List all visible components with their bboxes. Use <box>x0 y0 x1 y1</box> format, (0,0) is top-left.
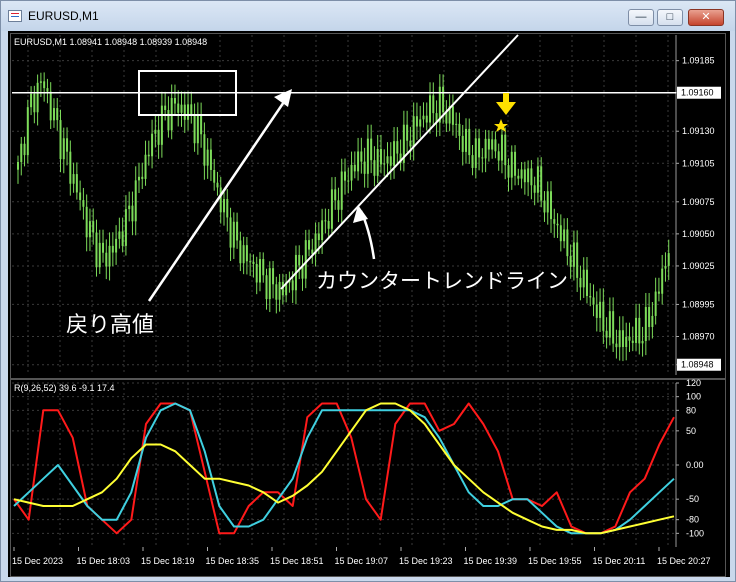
oscillator-info: R(9,26,52) 39.6 -9.1 17.4 <box>14 383 115 393</box>
counter-trendline-annotation: カウンタートレンドライン <box>316 270 568 293</box>
time-tick-label: 15 Dec 18:51 <box>270 556 324 566</box>
oscillator-chart[interactable]: 120 100 80 50 0.00 -50 -80 -100 15 Dec 2023 15 De… <box>8 31 730 577</box>
time-tick-label: 15 Dec 2023 <box>12 556 63 566</box>
time-tick-label: 15 Dec 19:07 <box>335 556 389 566</box>
time-tick-label: 15 Dec 19:39 <box>464 556 518 566</box>
time-tick-label: 15 Dec 18:19 <box>141 556 195 566</box>
close-button[interactable]: ✕ <box>688 9 724 26</box>
time-tick-label: 15 Dec 18:35 <box>206 556 260 566</box>
chart-client-area: 1.091851.091601.091301.091051.090751.090… <box>8 31 730 577</box>
mt-chart-window: EURUSD,M1 — □ ✕ 1.091851.091601.091301.0… <box>0 0 736 582</box>
time-tick-label: 15 Dec 18:03 <box>77 556 131 566</box>
symbol-info: EURUSD,M1 1.08941 1.08948 1.08939 1.0894… <box>14 37 208 47</box>
osc-tick-label: -50 <box>686 494 699 504</box>
osc-tick-label: 0.00 <box>686 460 704 470</box>
maximize-button[interactable]: □ <box>657 9 683 26</box>
osc-tick-label: -80 <box>686 515 699 525</box>
osc-fast-line <box>13 402 675 535</box>
osc-tick-label: 80 <box>686 405 696 415</box>
osc-tick-label: 50 <box>686 426 696 436</box>
osc-tick-label: 100 <box>686 392 701 402</box>
title-bar[interactable]: EURUSD,M1 — □ ✕ <box>1 1 735 31</box>
chart-window-icon <box>8 10 22 22</box>
window-title: EURUSD,M1 <box>28 9 99 23</box>
time-tick-label: 15 Dec 19:55 <box>528 556 582 566</box>
time-tick-label: 15 Dec 19:23 <box>399 556 453 566</box>
time-tick-label: 15 Dec 20:11 <box>593 556 646 566</box>
pullback-high-annotation: 戻り高値 <box>66 312 155 337</box>
minimize-button[interactable]: — <box>628 9 654 26</box>
osc-tick-label: 120 <box>686 378 701 388</box>
osc-tick-label: -100 <box>686 528 704 538</box>
time-tick-label: 15 Dec 20:27 <box>657 556 711 566</box>
